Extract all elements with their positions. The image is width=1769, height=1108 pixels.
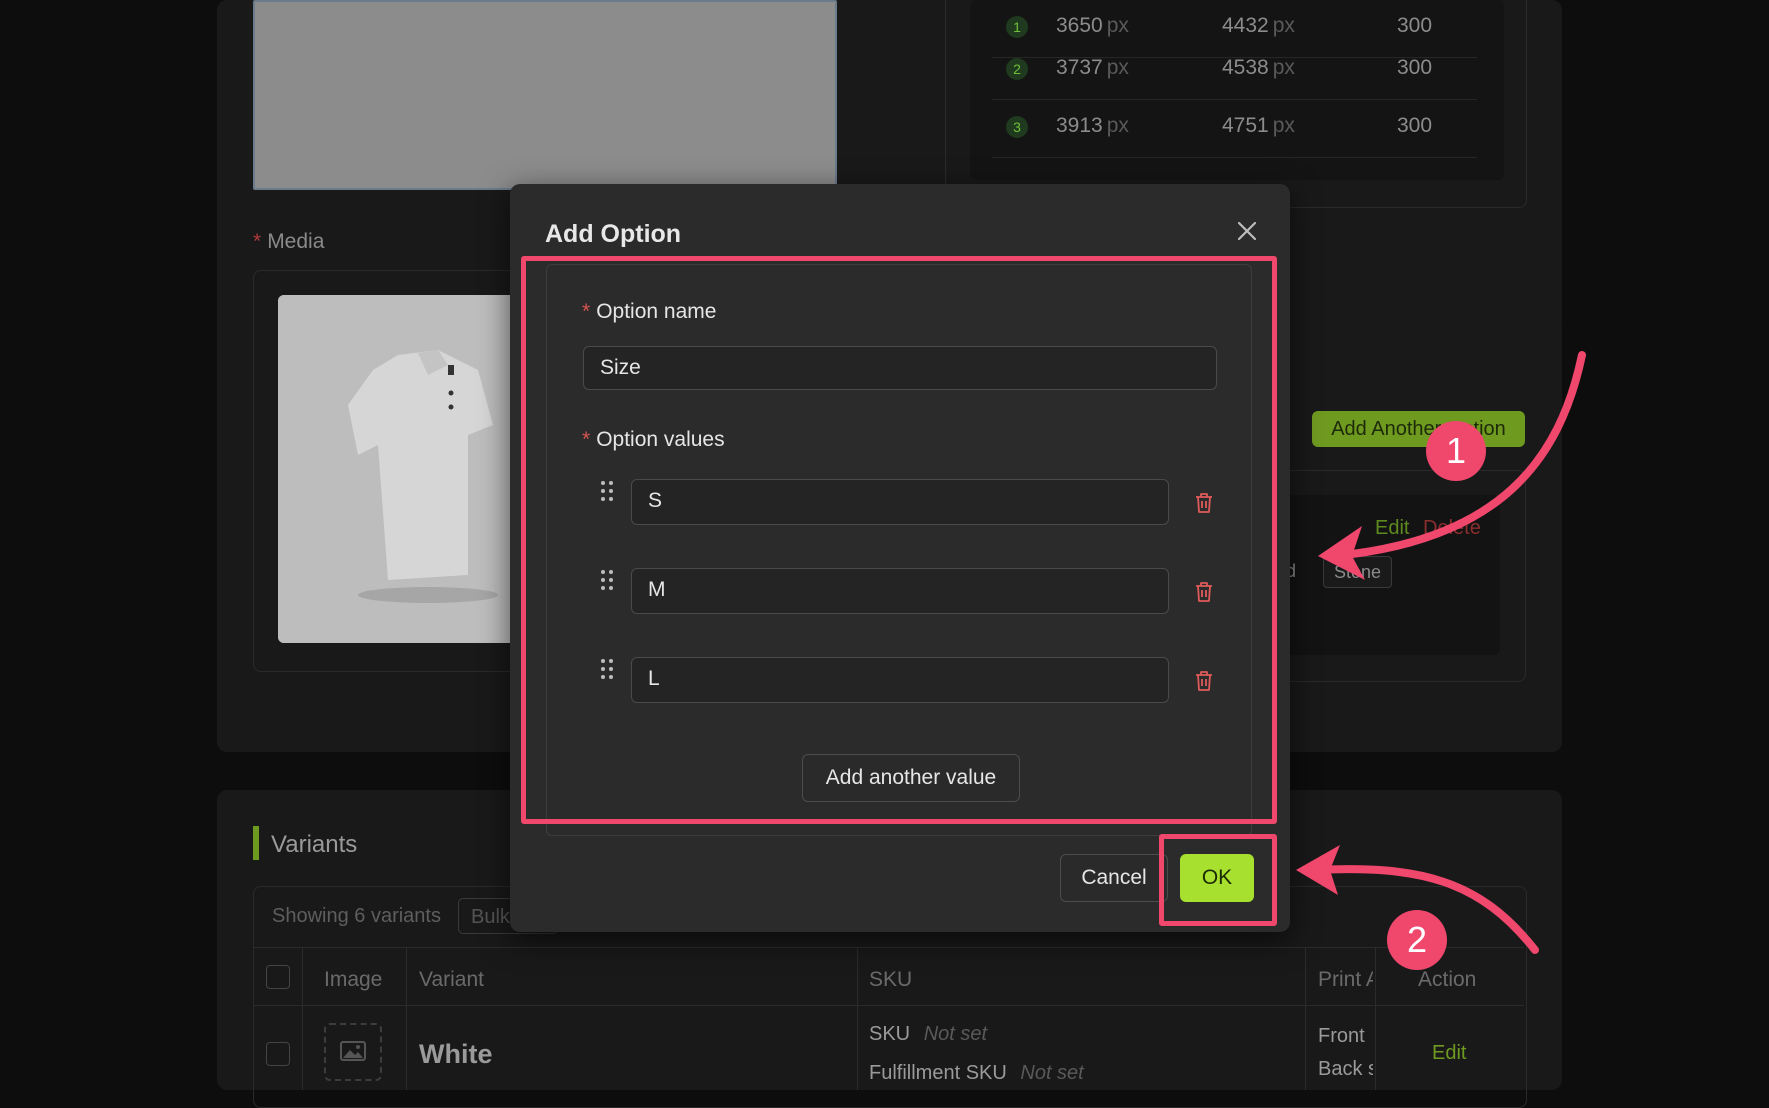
step-1-badge: 1 (1426, 421, 1486, 481)
step-2-badge: 2 (1387, 910, 1447, 970)
annotation-arrows (1296, 351, 1586, 954)
